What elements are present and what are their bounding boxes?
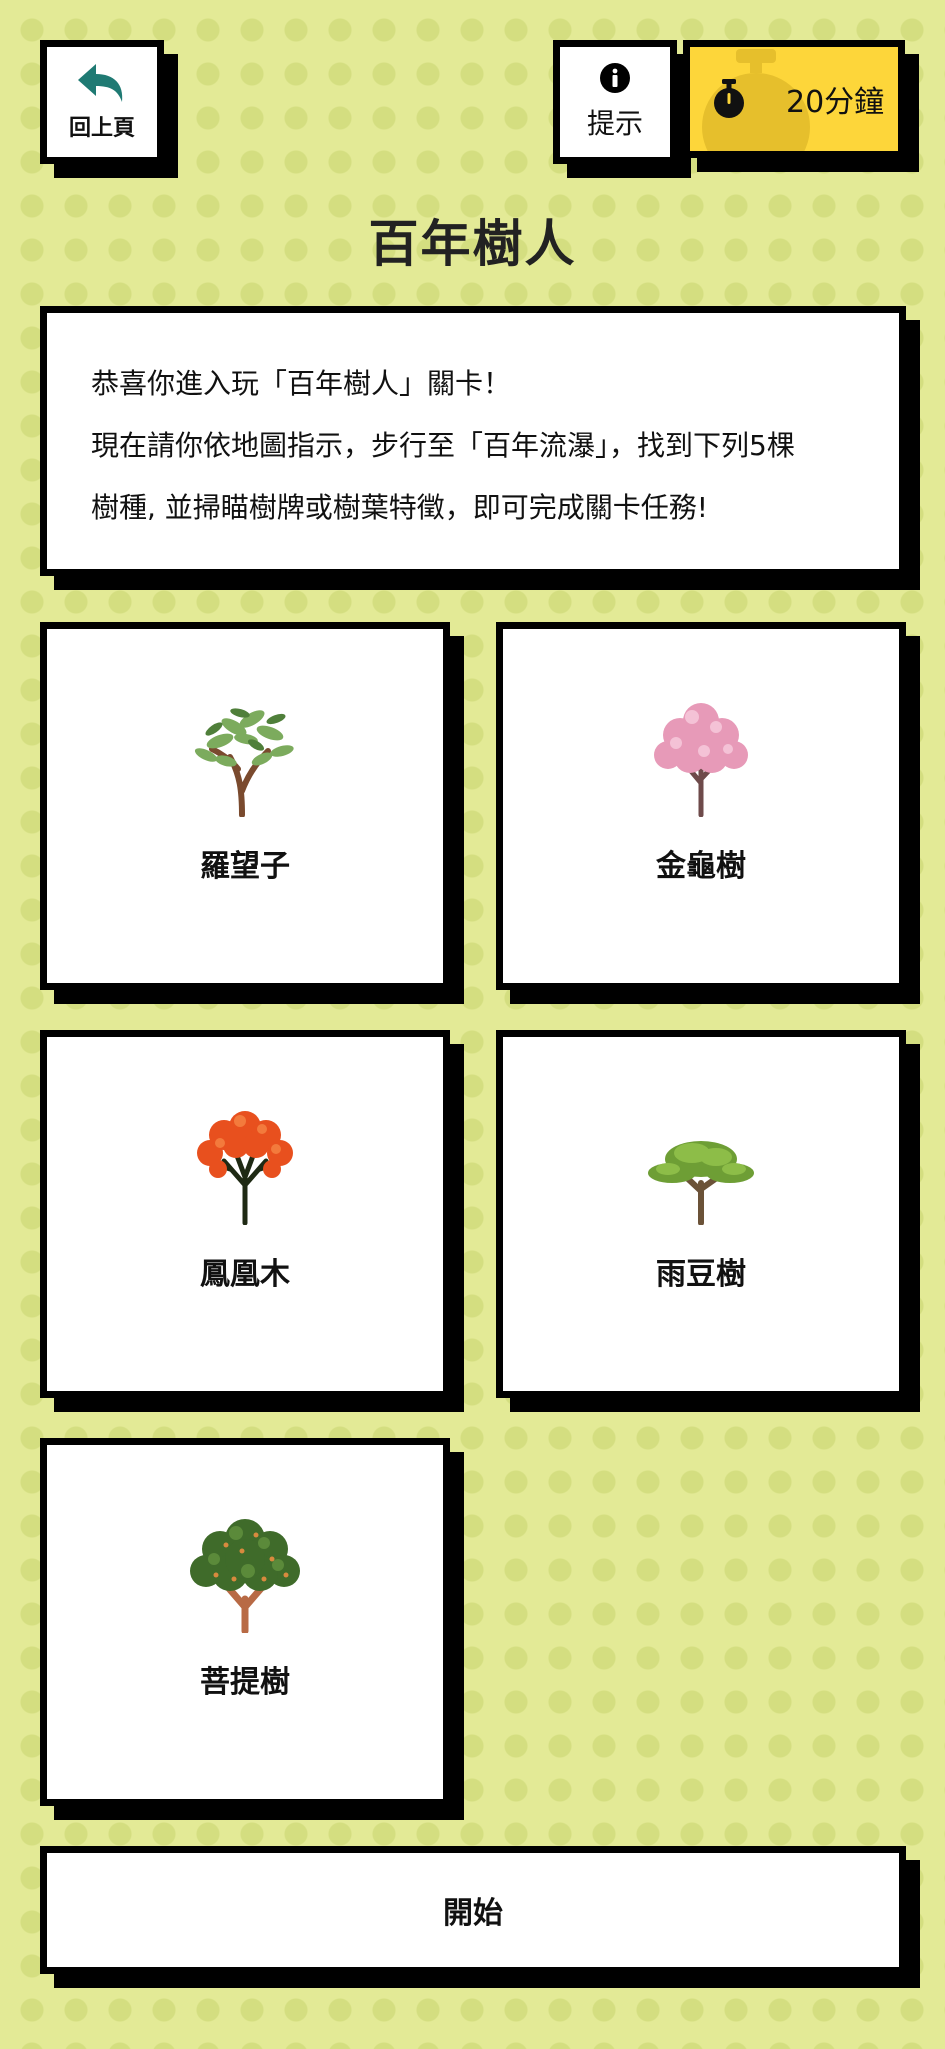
hint-button[interactable]: 提示 (553, 40, 677, 164)
back-label: 回上頁 (68, 116, 135, 141)
tree-card-tamarind[interactable]: 羅望子 (40, 622, 450, 990)
hint-label: 提示 (586, 107, 643, 140)
intro-panel: 恭喜你進入玩「百年樹人」關卡！ 現在請你依地圖指示，步行至「百年流瀑」，找到下列… (40, 306, 906, 576)
tree-name-rain: 雨豆樹 (656, 1257, 746, 1292)
intro-line-1: 恭喜你進入玩「百年樹人」關卡！ (91, 367, 512, 400)
start-label: 開始 (443, 1896, 503, 1931)
page-title: 百年樹人 (368, 215, 577, 273)
intro-line-2: 現在請你依地圖指示，步行至「百年流瀑」，找到下列5棵 (91, 429, 795, 462)
back-arrow-icon (78, 64, 123, 102)
back-button[interactable]: 回上頁 (40, 40, 164, 164)
rain-tree-icon (648, 1141, 754, 1225)
tree-name-bodhi: 菩提樹 (200, 1665, 290, 1700)
start-button[interactable]: 開始 (40, 1846, 906, 1974)
flame-tree-icon (197, 1111, 293, 1225)
tree-name-flame: 鳳凰木 (200, 1257, 290, 1292)
tree-name-tamarind: 羅望子 (200, 849, 290, 884)
intro-line-3: 樹種, 並掃瞄樹牌或樹葉特徵，即可完成關卡任務! (91, 491, 709, 524)
timer-value: 20分鐘 (786, 85, 885, 120)
tree-name-jingui: 金龜樹 (656, 849, 746, 884)
tamarind-tree-icon (194, 708, 294, 817)
pink-blossom-tree-icon (654, 703, 748, 817)
tree-card-jingui[interactable]: 金龜樹 (496, 622, 906, 990)
bodhi-tree-icon (190, 1519, 300, 1633)
tree-card-bodhi[interactable]: 菩提樹 (40, 1438, 450, 1806)
stopwatch-icon (714, 79, 744, 118)
info-icon (600, 63, 630, 93)
timer-badge: 20分鐘 (683, 40, 905, 158)
tree-card-flame[interactable]: 鳳凰木 (40, 1030, 450, 1398)
tree-card-rain[interactable]: 雨豆樹 (496, 1030, 906, 1398)
